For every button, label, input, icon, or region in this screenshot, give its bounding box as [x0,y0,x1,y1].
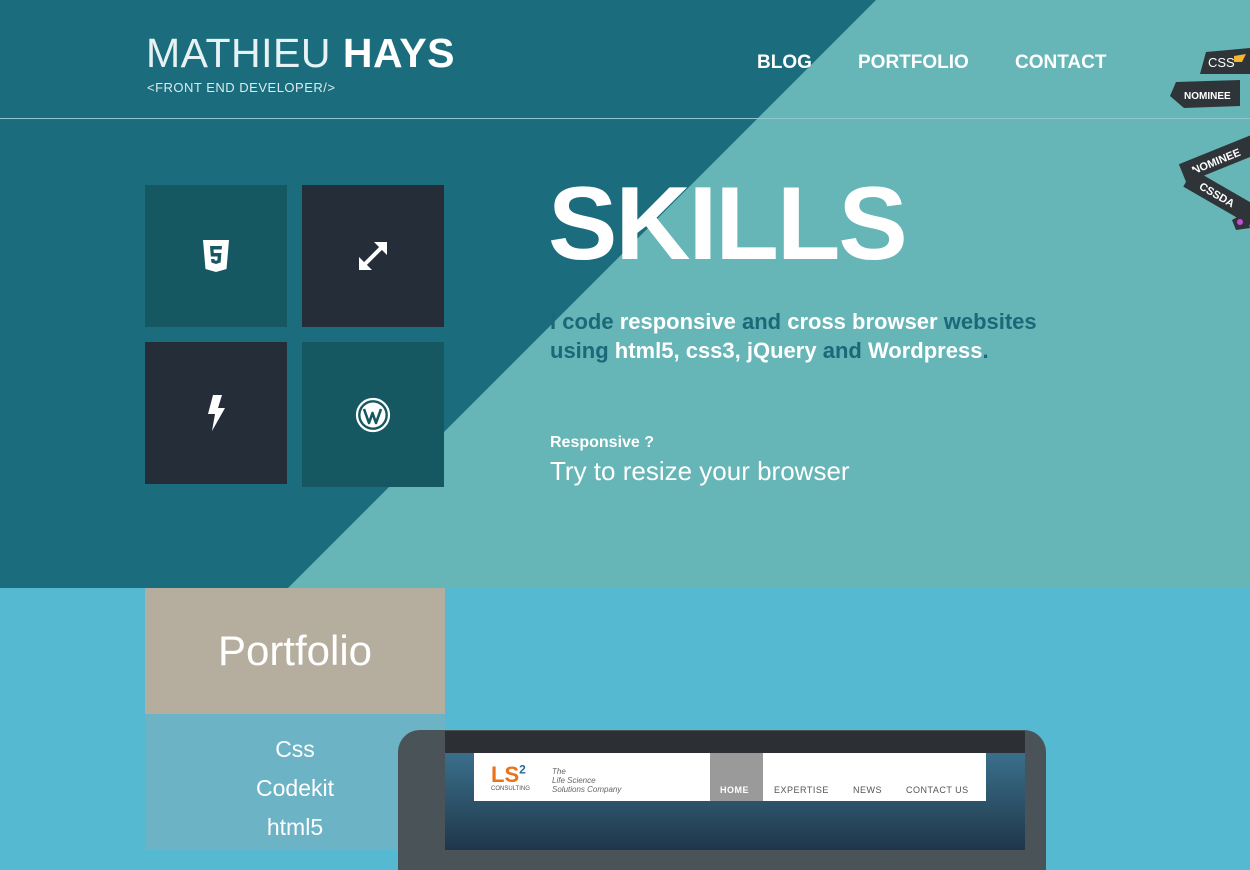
preview-nav-home: HOME [720,785,749,795]
responsive-hint: Try to resize your browser [550,456,850,486]
responsive-question: Responsive ? [550,434,655,451]
css-award-badge[interactable]: CSS NOMINEE [1168,48,1250,112]
skill-tile-html5 [145,185,287,327]
cssda-logo-icon [1237,219,1243,225]
tagline-highlight: html5 [614,338,674,363]
tagline-highlight: responsive [619,309,736,334]
tagline-line-1: I code responsive and cross browser webs… [550,307,1110,336]
preview-tagline-line: Solutions Company [552,785,622,794]
logo-last-name: HAYS [342,30,456,76]
tagline-text: using [550,338,615,363]
preview-site-logo: LS2 [491,762,526,788]
preview-nav-news: NEWS [853,785,882,795]
skill-tile-wordpress [302,342,444,487]
skills-title: SKILLS [548,166,908,282]
portfolio-heading-block: Portfolio [145,588,445,714]
preview-logo-sup: 2 [519,762,526,777]
skills-tagline: I code responsive and cross browser webs… [550,307,1110,365]
css-award-nominee: NOMINEE [1184,91,1231,102]
preview-tagline-line: The [552,767,566,776]
lightning-icon [208,395,225,431]
html5-icon [203,240,229,272]
preview-logo-sub: CONSULTING [491,786,530,792]
nav-portfolio[interactable]: PORTFOLIO [858,52,969,74]
preview-tagline-line: Life Science [552,776,596,785]
hero-section: MATHIEU HAYS <FRONT END DEVELOPER/> BLOG… [0,0,1250,588]
site-logo[interactable]: MATHIEU HAYS [146,30,455,77]
nav-contact[interactable]: CONTACT [1015,52,1106,74]
skill-tile-responsive [302,185,444,327]
cssda-badge[interactable]: NOMINEE CSSDA [1176,132,1250,232]
logo-subtitle: <FRONT END DEVELOPER/> [147,80,336,95]
preview-tagline: The Life Science Solutions Company [552,767,621,794]
portfolio-heading: Portfolio [217,627,373,674]
nav-blog[interactable]: BLOG [757,52,812,74]
preview-nav-expertise: EXPERTISE [774,785,829,795]
tagline-highlight: css3 [685,338,735,363]
tagline-line-2: using html5, css3, jQuery and Wordpress. [550,336,1110,365]
tagline-highlight: cross browser [787,309,938,334]
wordpress-icon [355,397,391,432]
tagline-text: , [734,338,747,363]
logo-first-name: MATHIEU [146,30,343,76]
css-award-text: CSS [1208,55,1235,70]
preview-nav-contact: CONTACT US [906,785,969,795]
header-divider [0,118,1250,119]
tagline-text: websites [937,309,1037,334]
skill-tile-performance [145,342,287,484]
tagline-text: and [816,338,868,363]
tagline-text: , [673,338,686,363]
expand-arrows-icon [359,242,387,270]
tagline-text: . [982,338,989,363]
tagline-highlight: jQuery [746,338,817,363]
tagline-text: and [735,309,788,334]
preview-logo-text: LS [491,762,520,787]
tagline-highlight: Wordpress [867,338,983,363]
tagline-text: I code [550,309,620,334]
